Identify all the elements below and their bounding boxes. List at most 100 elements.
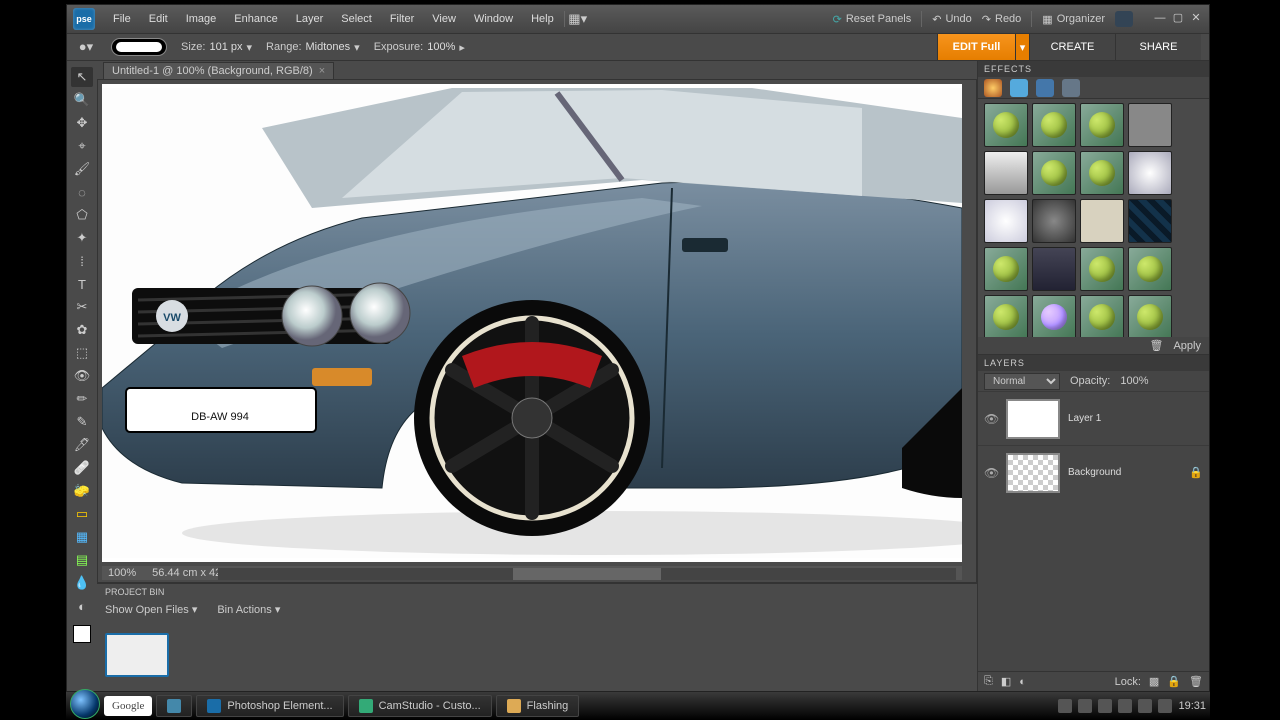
close-tab-icon[interactable]: × [319, 65, 325, 77]
healing-tool[interactable]: ✏ [71, 389, 93, 409]
taskbar-app[interactable] [156, 695, 192, 717]
effect-thumb[interactable] [984, 247, 1028, 291]
start-button[interactable] [70, 689, 100, 719]
menu-help[interactable]: Help [523, 9, 562, 29]
eyedropper-tool[interactable]: ⌖ [71, 136, 93, 156]
layer-row[interactable]: 👁 Background 🔒 [978, 445, 1209, 499]
menu-image[interactable]: Image [178, 9, 225, 29]
effect-thumb[interactable] [1080, 103, 1124, 147]
layer-name[interactable]: Background [1068, 467, 1121, 478]
magicwand-tool[interactable]: ✦ [71, 228, 93, 248]
selectionbrush-tool[interactable]: ⁞ [71, 251, 93, 271]
effect-thumb[interactable] [1128, 151, 1172, 195]
lock-all-icon[interactable]: 🔒 [1167, 675, 1181, 688]
taskbar-app[interactable]: CamStudio - Custo... [348, 695, 492, 717]
bin-actions-select[interactable]: Bin Actions ▾ [217, 603, 280, 616]
effect-thumb[interactable] [984, 151, 1028, 195]
effect-thumb[interactable] [984, 295, 1028, 337]
crop-tool[interactable]: ✂ [71, 297, 93, 317]
shape-tool[interactable]: ▤ [71, 550, 93, 570]
zoom-level[interactable]: 100% [108, 567, 136, 579]
exposure-field[interactable]: Exposure:100%▸ [374, 41, 465, 54]
adjustment-icon[interactable]: ◐ [1019, 676, 1026, 688]
effect-thumb[interactable] [1032, 247, 1076, 291]
tray-icon[interactable] [1098, 699, 1112, 713]
undo-button[interactable]: ↶Undo [932, 13, 972, 26]
document-tab[interactable]: Untitled-1 @ 100% (Background, RGB/8)× [103, 62, 334, 79]
reset-panels-button[interactable]: ⟳Reset Panels [833, 13, 912, 26]
new-layer-icon[interactable]: ◧ [1001, 675, 1011, 688]
effect-thumb[interactable] [984, 199, 1028, 243]
layer-thumbnail[interactable] [1006, 399, 1060, 439]
volume-icon[interactable] [1158, 699, 1172, 713]
lock-pixels-icon[interactable]: ▩ [1149, 675, 1159, 688]
effect-thumb[interactable] [1032, 295, 1076, 337]
marquee-tool[interactable]: ◌ [71, 182, 93, 202]
organizer-button[interactable]: ▦Organizer [1042, 13, 1105, 26]
menu-window[interactable]: Window [466, 9, 521, 29]
layer-thumbnail[interactable] [1006, 453, 1060, 493]
visibility-icon[interactable]: 👁 [984, 412, 998, 426]
pencil-tool[interactable]: 🖊 [71, 435, 93, 455]
redeye-tool[interactable]: 👁 [71, 366, 93, 386]
move-tool[interactable]: ↖ [71, 67, 93, 87]
menu-filter[interactable]: Filter [382, 9, 422, 29]
effect-thumb[interactable] [1128, 247, 1172, 291]
effect-thumb[interactable] [1128, 199, 1172, 243]
menu-enhance[interactable]: Enhance [226, 9, 285, 29]
effect-thumb[interactable] [1080, 151, 1124, 195]
hand-tool[interactable]: ✥ [71, 113, 93, 133]
menu-select[interactable]: Select [333, 9, 380, 29]
layer-name[interactable]: Layer 1 [1068, 413, 1101, 424]
effect-thumb[interactable] [1080, 295, 1124, 337]
brush-tool[interactable]: 🖌 [71, 159, 93, 179]
arrange-icon[interactable]: ▦▾ [567, 9, 589, 29]
layerstyles-tab-icon[interactable] [1010, 79, 1028, 97]
clone-tool[interactable]: ✎ [71, 412, 93, 432]
tray-icon[interactable] [1078, 699, 1092, 713]
effect-thumb[interactable] [1128, 295, 1172, 337]
maximize-button[interactable]: ▢ [1171, 13, 1185, 25]
home-icon[interactable] [1115, 11, 1133, 27]
edit-dropdown[interactable]: ▾ [1015, 34, 1029, 60]
effect-thumb[interactable] [1032, 151, 1076, 195]
effect-thumb[interactable] [1128, 103, 1172, 147]
redo-button[interactable]: ↷Redo [982, 13, 1022, 26]
minimize-button[interactable]: — [1153, 13, 1167, 25]
create-button[interactable]: CREATE [1029, 34, 1115, 60]
effect-thumb[interactable] [1032, 199, 1076, 243]
effect-thumb[interactable] [1080, 199, 1124, 243]
delete-layer-icon[interactable]: 🗑 [1189, 675, 1203, 688]
bin-thumbnail[interactable] [105, 633, 169, 677]
range-field[interactable]: Range:Midtones▾ [266, 41, 360, 54]
apply-button[interactable]: Apply [1173, 340, 1201, 352]
eraser-tool[interactable]: 🩹 [71, 458, 93, 478]
edit-full-button[interactable]: EDIT Full [937, 34, 1015, 60]
clock[interactable]: 19:31 [1178, 700, 1206, 712]
visibility-icon[interactable]: 👁 [984, 466, 998, 480]
link-layers-icon[interactable]: ⎘ [984, 675, 993, 688]
tool-preset-icon[interactable]: ●▾ [75, 37, 97, 57]
app-logo[interactable]: pse [73, 8, 95, 30]
photoeffects-tab-icon[interactable] [1036, 79, 1054, 97]
color-swatch[interactable] [73, 625, 91, 643]
taskbar-app[interactable]: Flashing [496, 695, 580, 717]
blur-tool[interactable]: 💧 [71, 573, 93, 593]
effect-thumb[interactable] [984, 103, 1028, 147]
zoom-tool[interactable]: 🔍 [71, 90, 93, 110]
layer-row[interactable]: 👁 Layer 1 [978, 391, 1209, 445]
opacity-value[interactable]: 100% [1120, 375, 1148, 387]
google-search[interactable]: Google [104, 696, 152, 716]
filters-tab-icon[interactable] [984, 79, 1002, 97]
type-tool[interactable]: T [71, 274, 93, 294]
canvas[interactable]: VW DB-AW 994 [102, 84, 962, 562]
gradient-tool[interactable]: ▦ [71, 527, 93, 547]
brush-preview[interactable] [111, 38, 167, 56]
show-open-files-select[interactable]: Show Open Files ▾ [105, 603, 197, 616]
sponge-tool[interactable]: ◐ [71, 596, 93, 616]
size-field[interactable]: Size:101 px▾ [181, 41, 252, 54]
cookie-cutter-tool[interactable]: ✿ [71, 320, 93, 340]
paintbucket-tool[interactable]: ▭ [71, 504, 93, 524]
menu-layer[interactable]: Layer [288, 9, 332, 29]
blend-mode-select[interactable]: Normal [984, 373, 1060, 390]
